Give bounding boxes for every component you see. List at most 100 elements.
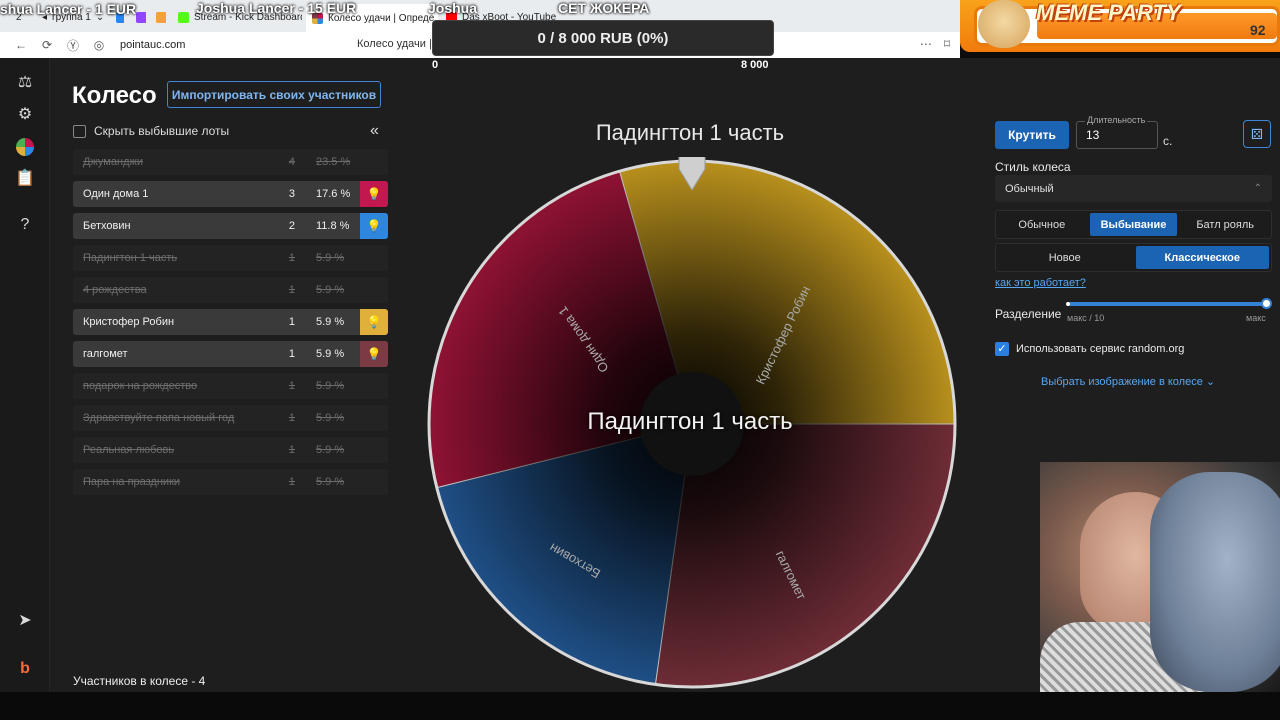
page-title: Колесо (72, 82, 157, 109)
lightbulb-icon[interactable]: 💡 (360, 341, 388, 367)
lot-row[interactable]: Бетховин 2 11.8 % 💡 (73, 213, 388, 239)
lot-name: подарок на рождество (83, 380, 198, 392)
lot-name: Джуманджи (83, 156, 143, 168)
lot-row[interactable]: Пара на праздники 1 5.9 % (73, 469, 388, 495)
mode-option-battle-royale[interactable]: Батл рояль (1181, 213, 1269, 236)
duration-value[interactable]: 13 (1086, 128, 1099, 142)
wheel-style-label: Стиль колеса (995, 160, 1071, 174)
lot-name: Пара на праздники (83, 476, 181, 488)
how-it-works-link[interactable]: как это работает? (995, 277, 1086, 289)
collapse-panel-icon[interactable]: « (370, 122, 379, 140)
lot-row[interactable]: Кристофер Робин 1 5.9 % 💡 (73, 309, 388, 335)
wheel-style-select[interactable]: Обычный ⌃ (995, 175, 1272, 202)
yandex-icon[interactable]: Ⓨ (60, 37, 86, 54)
lot-percent: 5.9 % (316, 476, 345, 488)
site-info-icon[interactable]: ◎ (86, 38, 112, 52)
mode-segmented: Обычное Выбывание Батл рояль (995, 210, 1272, 239)
wheel-center-label: Падингтон 1 часть (587, 408, 793, 435)
meme-party-title: MEME PARTY (1036, 0, 1181, 25)
lot-row[interactable]: Джуманджи 4 23.5 % (73, 149, 388, 175)
address-actions: ⋯ ⌑ (920, 37, 950, 51)
lot-row[interactable]: Реальная любовь 1 5.9 % (73, 437, 388, 463)
wheel-nav-icon[interactable] (14, 136, 36, 158)
lot-percent: 11.8 % (316, 220, 350, 232)
split-max-label: макс (1246, 313, 1266, 323)
dice-button[interactable]: ⚄ (1243, 120, 1271, 148)
donation-goal-bar: 0 / 8 000 RUB (0%) (432, 20, 774, 56)
page-title-bar: Колесо удачи | С (357, 38, 443, 50)
lot-percent: 17.6 % (316, 188, 351, 200)
more-icon[interactable]: ⋯ (920, 37, 932, 51)
lot-count: 4 (288, 156, 295, 168)
lot-percent: 5.9 % (316, 252, 345, 264)
mode-option-normal[interactable]: Обычное (998, 213, 1086, 236)
variant-option-classic[interactable]: Классическое (1135, 246, 1269, 269)
variant-option-new[interactable]: Новое (998, 246, 1132, 269)
goal-min-label: 0 (432, 59, 439, 71)
lot-row[interactable]: Один дома 1 3 17.6 % 💡 (73, 181, 388, 207)
lot-row[interactable]: Падингтон 1 часть 1 5.9 % (73, 245, 388, 271)
donation-ticker-name: Joshua (428, 0, 478, 16)
lot-row[interactable]: 4 рождества 1 5.9 % (73, 277, 388, 303)
reload-icon[interactable]: ⟳ (34, 38, 60, 52)
lightbulb-icon[interactable]: 💡 (360, 213, 388, 239)
lot-name: Падингтон 1 часть (83, 252, 178, 264)
lot-name: Кристофер Робин (83, 316, 175, 328)
lot-count: 1 (288, 476, 295, 488)
wheel-style-value: Обычный (1005, 182, 1054, 195)
lot-percent: 5.9 % (316, 316, 345, 328)
webcam-plush-toy (1150, 472, 1280, 692)
lot-row[interactable]: Здравствуйте папа новый год 1 5.9 % (73, 405, 388, 431)
lot-percent: 5.9 % (316, 348, 345, 360)
split-min-label: макс / 10 (1067, 313, 1105, 323)
hide-eliminated-label: Скрыть выбывшие лоты (94, 124, 230, 138)
choose-image-link[interactable]: Выбрать изображение в колесе ⌄ (1041, 375, 1215, 388)
lots-list: Джуманджи 4 23.5 % Один дома 1 3 17.6 % 💡 Бетхо… (73, 149, 388, 501)
hide-eliminated-checkbox[interactable] (73, 124, 86, 138)
spin-button[interactable]: Крутить (995, 121, 1069, 149)
random-org-label: Использовать сервис random.org (1016, 343, 1185, 355)
lot-name: 4 рождества (83, 284, 147, 296)
variant-segmented: Новое Классическое (995, 243, 1272, 272)
dice-icon: ⚄ (1250, 125, 1264, 142)
clipboard-icon[interactable]: 📋 (14, 168, 36, 190)
lot-percent: 5.9 % (316, 284, 345, 296)
hide-eliminated-toggle[interactable]: Скрыть выбывшие лоты (73, 124, 229, 138)
telegram-icon[interactable]: ➤ (14, 610, 36, 632)
split-label: Разделение (995, 307, 1062, 321)
lot-row[interactable]: подарок на рождество 1 5.9 % (73, 373, 388, 399)
bookmark-icon[interactable]: ⌑ (944, 37, 950, 51)
split-slider-handle[interactable] (1261, 298, 1272, 309)
lot-percent: 5.9 % (316, 412, 345, 424)
gavel-icon[interactable]: ⚖ (14, 72, 36, 94)
back-icon[interactable]: ← (8, 38, 34, 52)
patreon-icon (156, 11, 166, 23)
mode-option-elimination[interactable]: Выбывание (1089, 213, 1178, 236)
lot-row[interactable]: галгомет 1 5.9 % 💡 (73, 341, 388, 367)
lightbulb-icon[interactable]: 💡 (360, 309, 388, 335)
streamer-webcam (1040, 462, 1280, 692)
side-navigation: ⚖ ⚙ 📋 ? ➤ b (0, 58, 50, 692)
lot-percent: 5.9 % (316, 380, 345, 392)
lot-percent: 5.9 % (316, 444, 345, 456)
split-slider-track[interactable] (1068, 302, 1266, 306)
lightbulb-icon[interactable]: 💡 (360, 181, 388, 207)
tab-pinned-patreon[interactable] (150, 6, 166, 28)
select-arrow-icon: ⌃ (1253, 183, 1262, 194)
gear-icon[interactable]: ⚙ (14, 104, 36, 126)
participants-count: Участников в колесе - 4 (73, 674, 206, 688)
brand-logo-icon[interactable]: b (14, 658, 36, 680)
random-org-checkbox[interactable]: ✓ (995, 342, 1009, 356)
lot-name: Реальная любовь (83, 444, 175, 456)
import-participants-button[interactable]: Импортировать своих участников (167, 81, 381, 108)
donation-ticker-left: shua Lancer - 1 EUR (0, 1, 137, 17)
seconds-suffix: с. (1163, 134, 1173, 148)
lot-count: 1 (288, 316, 295, 328)
help-icon[interactable]: ? (14, 214, 36, 236)
lot-count: 1 (288, 380, 295, 392)
lot-count: 2 (288, 220, 295, 232)
lot-count: 1 (288, 412, 295, 424)
lot-count: 1 (288, 252, 295, 264)
lot-name: Бетховин (83, 220, 131, 232)
url-text[interactable]: pointauc.com (120, 39, 185, 51)
